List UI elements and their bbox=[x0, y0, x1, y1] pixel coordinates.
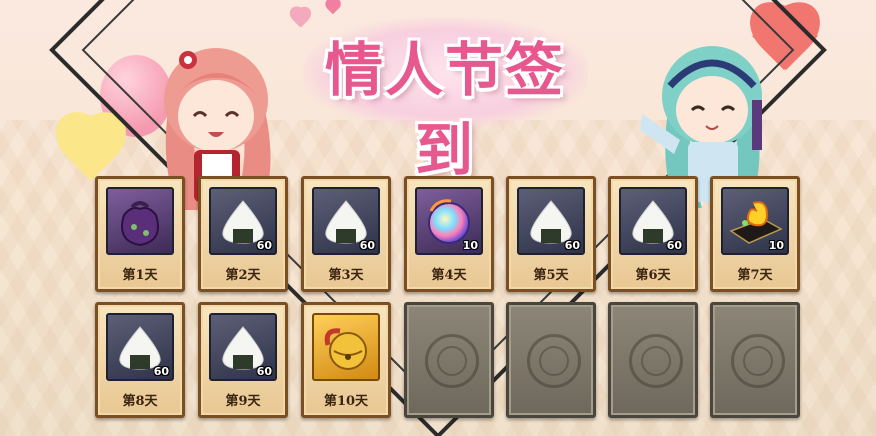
item-quantity: 10 bbox=[462, 239, 478, 252]
locked-emblem-icon bbox=[527, 334, 581, 388]
locked-day-card-14 bbox=[710, 302, 800, 418]
day-card-9[interactable]: 60 第9天 bbox=[198, 302, 288, 418]
locked-emblem-icon bbox=[731, 334, 785, 388]
locked-emblem-icon bbox=[425, 334, 479, 388]
day-card-10[interactable]: 第10天 bbox=[301, 302, 391, 418]
locked-day-card-13 bbox=[608, 302, 698, 418]
day-label: 第6天 bbox=[635, 268, 671, 283]
day-label: 第8天 bbox=[122, 394, 158, 409]
lucky-bag-icon bbox=[106, 187, 174, 255]
rice-ball-icon: 60 bbox=[209, 187, 277, 255]
day-card-1[interactable]: 第1天 bbox=[95, 176, 185, 292]
day-label: 第4天 bbox=[431, 268, 467, 283]
item-quantity: 10 bbox=[768, 239, 784, 252]
day-label: 第10天 bbox=[323, 394, 369, 409]
day-card-3[interactable]: 60 第3天 bbox=[301, 176, 391, 292]
rice-ball-icon: 60 bbox=[209, 313, 277, 381]
day-card-5[interactable]: 60 第5天 bbox=[506, 176, 596, 292]
rice-ball-icon: 60 bbox=[106, 313, 174, 381]
item-quantity: 60 bbox=[666, 239, 682, 252]
event-title: 情人节签到 bbox=[324, 36, 565, 184]
rice-ball-icon: 60 bbox=[517, 187, 585, 255]
magatama-box-icon: 10 bbox=[721, 187, 789, 255]
locked-day-card-11 bbox=[404, 302, 494, 418]
item-quantity: 60 bbox=[359, 239, 375, 252]
day-label: 第9天 bbox=[225, 394, 261, 409]
item-quantity: 60 bbox=[564, 239, 580, 252]
day-card-8[interactable]: 60 第8天 bbox=[95, 302, 185, 418]
day-card-4[interactable]: 10 第4天 bbox=[404, 176, 494, 292]
day-label: 第2天 bbox=[225, 268, 261, 283]
golden-bell-icon bbox=[312, 313, 380, 381]
day-label: 第7天 bbox=[737, 268, 773, 283]
rice-ball-icon: 60 bbox=[312, 187, 380, 255]
day-card-2[interactable]: 60 第2天 bbox=[198, 176, 288, 292]
locked-day-card-12 bbox=[506, 302, 596, 418]
rainbow-orb-icon: 10 bbox=[415, 187, 483, 255]
locked-emblem-icon bbox=[629, 334, 683, 388]
rice-ball-icon: 60 bbox=[619, 187, 687, 255]
day-card-6[interactable]: 60 第6天 bbox=[608, 176, 698, 292]
item-quantity: 60 bbox=[256, 365, 272, 378]
day-label: 第5天 bbox=[533, 268, 569, 283]
day-label: 第3天 bbox=[328, 268, 364, 283]
item-quantity: 60 bbox=[256, 239, 272, 252]
day-card-7[interactable]: 10 第7天 bbox=[710, 176, 800, 292]
day-label: 第1天 bbox=[122, 268, 158, 283]
item-quantity: 60 bbox=[153, 365, 169, 378]
